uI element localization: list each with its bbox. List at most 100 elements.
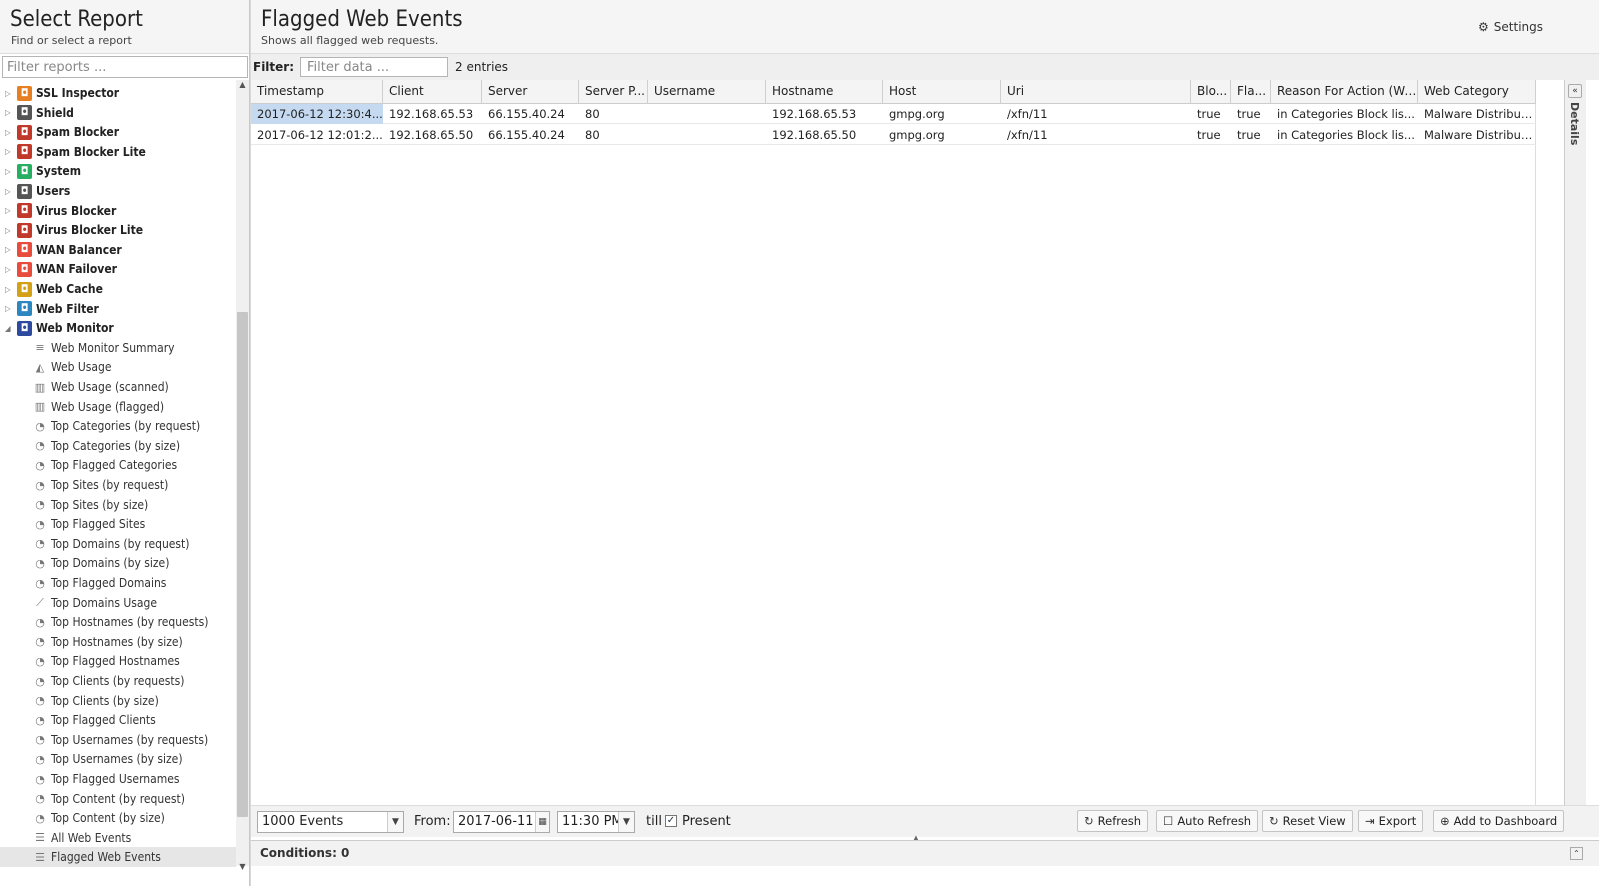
column-header[interactable]: Server P... <box>579 80 648 104</box>
collapsed-triangle-icon[interactable]: ▷ <box>5 128 15 137</box>
tree-parent-item[interactable]: ▷ ◘ WAN Failover <box>0 259 236 279</box>
report-list-item[interactable]: ◭ Web Usage <box>0 357 236 377</box>
events-limit-select[interactable]: 1000 Events ▼ <box>257 811 404 833</box>
refresh-icon: ↻ <box>1084 814 1094 828</box>
table-row[interactable]: 2017-06-12 12:30:4... 192.168.65.53 66.155… <box>251 104 1536 124</box>
tree-parent-item[interactable]: ▷ ◘ Users <box>0 181 236 201</box>
column-header[interactable]: Server <box>482 80 579 104</box>
scrollbar-thumb[interactable] <box>237 312 248 817</box>
collapsed-triangle-icon[interactable]: ▷ <box>5 226 15 235</box>
report-list-item[interactable]: ≡ Web Monitor Summary <box>0 338 236 358</box>
report-list-item[interactable]: ◔ Top Sites (by request) <box>0 475 236 495</box>
report-list-item[interactable]: ◔ Top Usernames (by size) <box>0 749 236 769</box>
details-panel-toggle[interactable]: « Details <box>1564 80 1586 805</box>
report-list-item[interactable]: ◔ Top Domains (by size) <box>0 553 236 573</box>
report-list-item[interactable]: ◔ Top Flagged Categories <box>0 455 236 475</box>
reset-view-label: Reset View <box>1282 814 1346 828</box>
report-list-item[interactable]: ◔ Top Hostnames (by requests) <box>0 612 236 632</box>
tree-parent-item[interactable]: ▷ ◘ Virus Blocker <box>0 201 236 221</box>
table-cell <box>648 125 766 145</box>
report-list-item[interactable]: ⟋ Top Domains Usage <box>0 593 236 613</box>
report-list-item[interactable]: ☰ Flagged Web Events <box>0 847 236 868</box>
bar-chart-icon: ▥ <box>34 400 46 414</box>
tree-parent-item[interactable]: ▷ ◘ Spam Blocker <box>0 122 236 142</box>
collapsed-triangle-icon[interactable]: ▷ <box>5 187 15 196</box>
collapsed-triangle-icon[interactable]: ▷ <box>5 147 15 156</box>
tree-parent-label: Web Cache <box>36 282 103 296</box>
collapsed-triangle-icon[interactable]: ▷ <box>5 245 15 254</box>
column-header[interactable]: Timestamp <box>251 80 383 104</box>
column-header[interactable]: Host <box>883 80 1001 104</box>
report-filter-input[interactable] <box>2 56 248 78</box>
report-list-item[interactable]: ▥ Web Usage (scanned) <box>0 377 236 397</box>
column-header[interactable]: Client <box>383 80 482 104</box>
export-button[interactable]: ⇥ Export <box>1358 810 1424 832</box>
collapsed-triangle-icon[interactable]: ▷ <box>5 304 15 313</box>
collapsed-triangle-icon[interactable]: ▷ <box>5 167 15 176</box>
expand-left-icon[interactable]: « <box>1568 84 1582 98</box>
report-list-item[interactable]: ☰ All Web Events <box>0 828 236 848</box>
column-header[interactable]: Fla... <box>1231 80 1271 104</box>
report-list-item[interactable]: ◔ Top Domains (by request) <box>0 534 236 554</box>
data-filter-input[interactable] <box>300 57 449 77</box>
tree-parent-item[interactable]: ▷ ◘ Spam Blocker Lite <box>0 142 236 162</box>
spam-blocker-lite-icon: ◘ <box>17 144 32 160</box>
column-header[interactable]: Blo... <box>1191 80 1231 104</box>
collapsed-triangle-icon[interactable]: ▷ <box>5 108 15 117</box>
from-time-select[interactable]: 11:30 PM ▼ <box>557 811 635 833</box>
reset-view-button[interactable]: ↻ Reset View <box>1262 810 1353 832</box>
present-checkbox[interactable]: ✓ <box>665 815 677 827</box>
tree-parent-item[interactable]: ▷ ◘ System <box>0 161 236 181</box>
report-list-item[interactable]: ◔ Top Flagged Usernames <box>0 769 236 789</box>
settings-button[interactable]: ⚙ Settings <box>1478 20 1543 34</box>
report-list-item[interactable]: ◔ Top Categories (by request) <box>0 416 236 436</box>
tree-parent-item[interactable]: ▷ ◘ SSL Inspector <box>0 83 236 103</box>
report-list-item[interactable]: ◔ Top Content (by size) <box>0 808 236 828</box>
table-cell: gmpg.org <box>889 107 945 121</box>
report-list-item[interactable]: ◔ Top Content (by request) <box>0 789 236 809</box>
expanded-triangle-icon[interactable]: ◢ <box>5 324 15 333</box>
table-row[interactable]: 2017-06-12 12:01:2... 192.168.65.50 66.155… <box>251 125 1536 145</box>
expand-up-icon[interactable]: ⌃ <box>1570 847 1583 860</box>
collapsed-triangle-icon[interactable]: ▷ <box>5 206 15 215</box>
add-to-dashboard-button[interactable]: ⊕ Add to Dashboard <box>1433 810 1565 832</box>
pie-chart-icon: ◔ <box>35 498 45 512</box>
column-header[interactable]: Reason For Action (We... <box>1271 80 1418 104</box>
tree-parent-item[interactable]: ▷ ◘ Web Cache <box>0 279 236 299</box>
auto-refresh-button[interactable]: ☐ Auto Refresh <box>1156 810 1259 832</box>
tree-parent-item[interactable]: ◢ ◘ Web Monitor <box>0 318 236 338</box>
collapsed-triangle-icon[interactable]: ▷ <box>5 285 15 294</box>
report-list-item[interactable]: ◔ Top Hostnames (by size) <box>0 632 236 652</box>
pie-chart-icon: ◔ <box>35 752 45 766</box>
from-date-field[interactable]: 2017-06-11 ▦ <box>453 811 550 833</box>
report-list-item[interactable]: ◔ Top Flagged Sites <box>0 514 236 534</box>
scroll-up-icon[interactable]: ▲ <box>236 80 249 92</box>
calendar-icon[interactable]: ▦ <box>535 812 549 832</box>
column-header[interactable]: Username <box>648 80 766 104</box>
report-list-item[interactable]: ◔ Top Sites (by size) <box>0 495 236 515</box>
report-list-item[interactable]: ◔ Top Clients (by requests) <box>0 671 236 691</box>
refresh-button[interactable]: ↻ Refresh <box>1077 810 1149 832</box>
report-list-item[interactable]: ◔ Top Flagged Domains <box>0 573 236 593</box>
tree-parent-item[interactable]: ▷ ◘ Shield <box>0 103 236 123</box>
report-list-item[interactable]: ◔ Top Clients (by size) <box>0 691 236 711</box>
report-list-item[interactable]: ◔ Top Categories (by size) <box>0 436 236 456</box>
collapsed-triangle-icon[interactable]: ▷ <box>5 265 15 274</box>
scroll-down-icon[interactable]: ▼ <box>236 862 249 874</box>
table-cell: 192.168.65.50 <box>389 128 474 142</box>
report-list-item[interactable]: ◔ Top Flagged Hostnames <box>0 651 236 671</box>
pie-chart-icon: ◔ <box>35 439 45 453</box>
tree-parent-item[interactable]: ▷ ◘ WAN Balancer <box>0 240 236 260</box>
column-header[interactable]: Hostname <box>766 80 883 104</box>
column-header[interactable]: Uri <box>1001 80 1191 104</box>
tree-parent-item[interactable]: ▷ ◘ Web Filter <box>0 299 236 319</box>
tree-parent-item[interactable]: ▷ ◘ Virus Blocker Lite <box>0 220 236 240</box>
virus-blocker-icon: ◘ <box>17 203 32 219</box>
collapsed-triangle-icon[interactable]: ▷ <box>5 89 15 98</box>
report-list-item-label: All Web Events <box>51 830 132 845</box>
report-list-item[interactable]: ◔ Top Flagged Clients <box>0 710 236 730</box>
report-list-item[interactable]: ◔ Top Usernames (by requests) <box>0 730 236 750</box>
column-header[interactable]: Web Category <box>1418 80 1536 104</box>
report-list-item[interactable]: ▥ Web Usage (flagged) <box>0 397 236 417</box>
report-tree-scrollbar[interactable]: ▲ ▼ <box>236 80 249 871</box>
